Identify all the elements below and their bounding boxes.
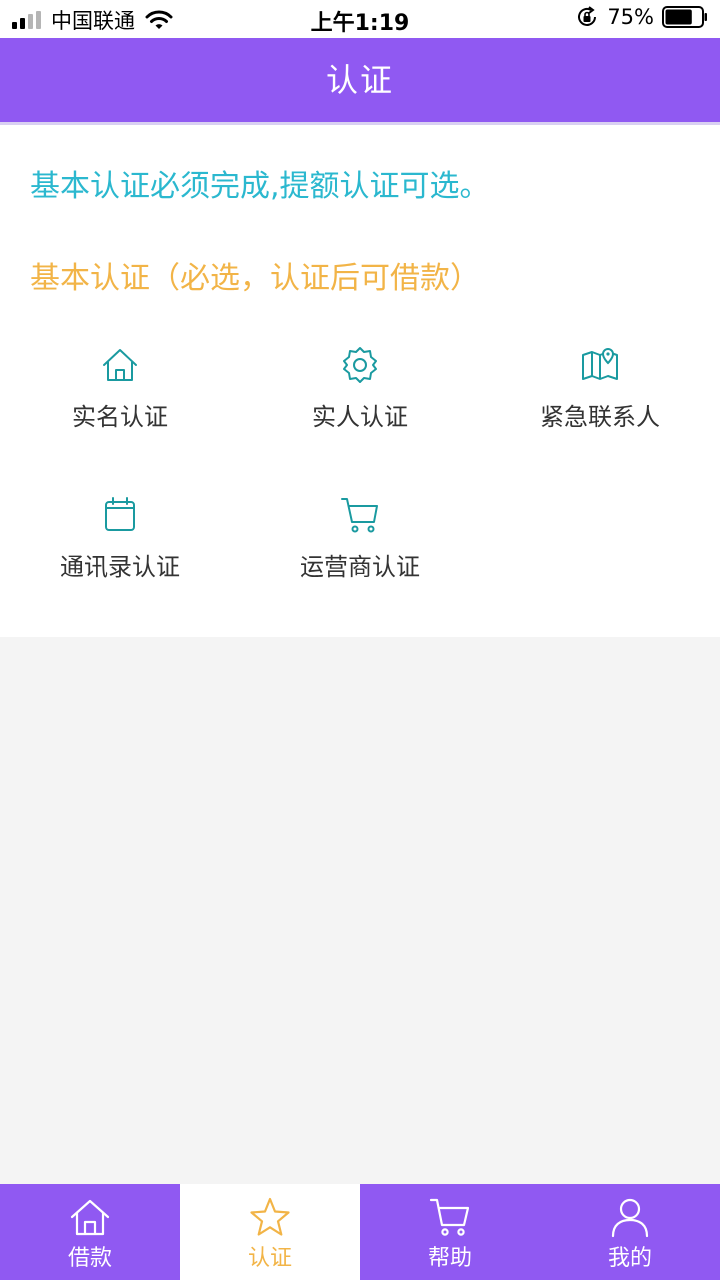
- face-auth-item[interactable]: 实人认证: [240, 345, 480, 455]
- nav-bar: 认证: [0, 38, 720, 122]
- section-title: 基本认证（必选，认证后可借款）: [30, 261, 480, 296]
- tab-help[interactable]: 帮助: [360, 1184, 540, 1280]
- contacts-auth-label: 通讯录认证: [60, 553, 180, 581]
- calendar-icon: [105, 497, 135, 531]
- tab-mine-label: 我的: [607, 1246, 652, 1271]
- status-right: 75%: [575, 5, 708, 29]
- face-auth-label: 实人认证: [312, 403, 408, 431]
- notice-text: 基本认证必须完成,提额认证可选。: [30, 169, 490, 204]
- home-icon: [103, 349, 137, 381]
- star-icon: [250, 1197, 290, 1236]
- battery-percent: 75%: [607, 5, 654, 29]
- cart-icon: [429, 1198, 470, 1236]
- battery-icon: [662, 6, 707, 28]
- user-icon: [611, 1198, 649, 1238]
- rotation-lock-icon: [578, 6, 597, 26]
- cart-icon: [341, 498, 378, 533]
- tab-bar: 借款 认证 帮助 我的: [0, 1184, 720, 1280]
- carrier-auth-label: 运营商认证: [300, 553, 420, 581]
- status-bar: 中国联通 上午1:19 75%: [0, 0, 720, 38]
- tab-borrow[interactable]: 借款: [0, 1184, 180, 1280]
- map-pin-icon: [582, 347, 618, 380]
- tab-help-label: 帮助: [427, 1246, 472, 1271]
- real-name-auth-label: 实名认证: [72, 403, 168, 431]
- tab-certify[interactable]: 认证: [180, 1184, 360, 1280]
- emergency-contact-item[interactable]: 紧急联系人: [480, 345, 720, 455]
- emergency-contact-label: 紧急联系人: [540, 403, 660, 431]
- tab-mine[interactable]: 我的: [540, 1184, 720, 1280]
- tab-borrow-label: 借款: [67, 1246, 112, 1271]
- content-panel: 基本认证必须完成,提额认证可选。 基本认证（必选，认证后可借款） 实名认证 实人…: [0, 125, 720, 637]
- carrier-auth-item[interactable]: 运营商认证: [240, 495, 480, 605]
- page-title: 认证: [325, 61, 394, 99]
- gear-icon: [343, 347, 377, 383]
- real-name-auth-item[interactable]: 实名认证: [0, 345, 240, 455]
- tab-certify-label: 认证: [247, 1246, 292, 1271]
- home-icon: [70, 1199, 110, 1236]
- contacts-auth-item[interactable]: 通讯录认证: [0, 495, 240, 605]
